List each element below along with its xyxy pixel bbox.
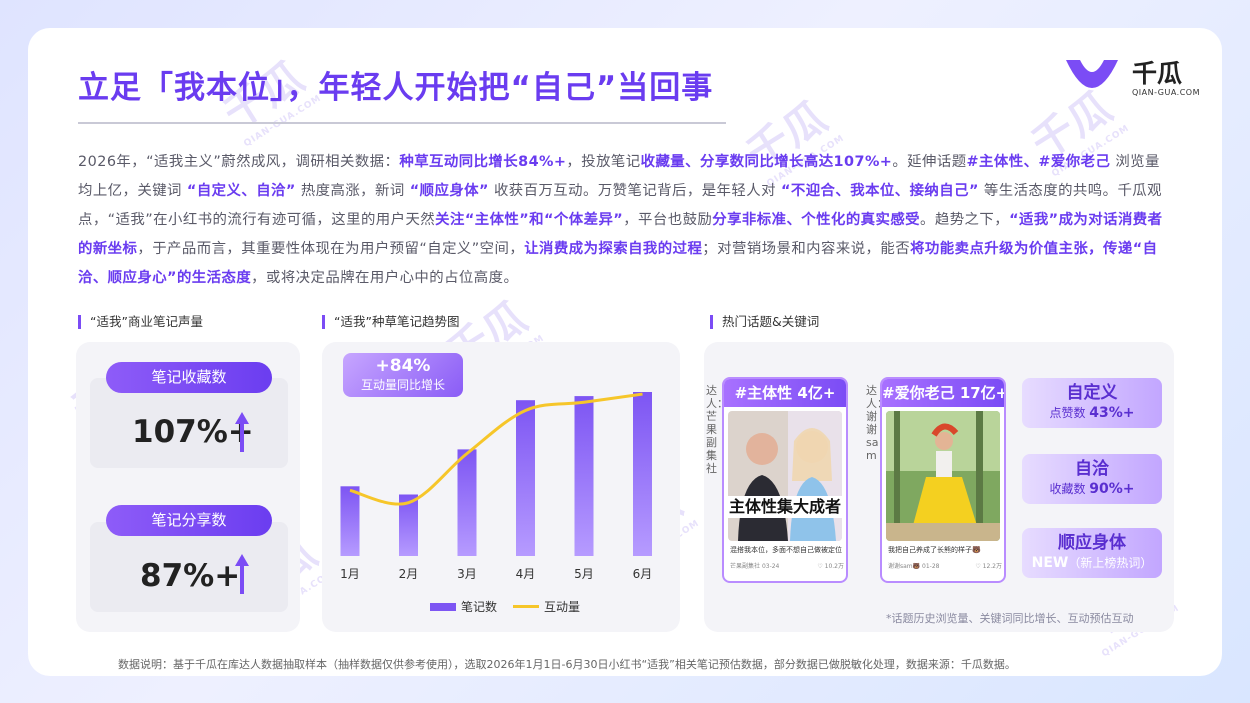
section-label-trend: “适我”种草笔记趋势图 (322, 315, 459, 329)
highlight-text: 收藏量、分享数同比增长高达107%+ (640, 154, 893, 170)
post-user: 谢谢sam🐻 01-28 (888, 563, 940, 570)
post-author-label: 达人：谢谢sam (866, 384, 888, 462)
post-topic-tag: #主体性 (734, 384, 793, 402)
keyword-stat: NEW（新上榜热词） (1031, 555, 1153, 571)
keyword-stat: 点赞数 43%+ (1049, 405, 1135, 421)
post-meta: 谢谢sam🐻 01-28 ♡ 12.2万 (888, 561, 1002, 570)
section-label-volume: “适我”商业笔记声量 (78, 315, 203, 329)
body-text: 。延伸话题 (892, 154, 967, 170)
body-text: 2026年，“适我主义”蔚然成风，调研相关数据： (78, 154, 400, 170)
highlight-text: 让消费成为探索自我的过程 (524, 241, 703, 257)
line-engagement (349, 392, 643, 506)
post-overlay-text: 主体性集大成者 (726, 496, 844, 518)
post-author-label: 达人：芒果副集社 (706, 384, 728, 475)
logo-name: 千瓜 (1132, 59, 1183, 88)
highlight-text: 分享非标准、个性化的真实感受 (712, 212, 921, 228)
x-tick-label: 6月 (633, 567, 653, 581)
title-divider (78, 122, 726, 124)
post-topic-views: 4亿+ (797, 384, 836, 402)
legend-label-engagement: 互动量 (544, 600, 581, 614)
keyword-title: 自洽 (1075, 459, 1109, 479)
legend-swatch-bar (430, 602, 456, 611)
x-tick-label: 2月 (399, 567, 419, 581)
stat-value-share: 87%+ (140, 558, 241, 594)
growth-badge: +84% 互动量同比增长 (343, 353, 463, 397)
arrow-up-icon (235, 554, 249, 594)
highlight-text: 种草互动同比增长84%+ (399, 154, 567, 170)
summary-paragraph: 2026年，“适我主义”蔚然成风，调研相关数据：种草互动同比增长84%+，投放笔… (78, 148, 1172, 293)
post-topic-header: #主体性 4亿+ (724, 379, 846, 407)
keyword-title: 顺应身体 (1058, 533, 1126, 553)
highlight-text: “不迎合、我本位、接纳自己” (780, 183, 979, 199)
x-tick-label: 5月 (574, 567, 594, 581)
body-text: ，或将决定品牌在用户心中的占位高度。 (251, 270, 519, 286)
keyword-card-consistent: 自洽 收藏数 90%+ (1022, 454, 1162, 504)
body-text: ，投放笔记 (566, 154, 641, 170)
keyword-title: 自定义 (1066, 383, 1118, 403)
bar-3月 (457, 449, 477, 556)
keyword-stat: 收藏数 90%+ (1049, 481, 1135, 497)
post-card-subjectivity[interactable]: #主体性 4亿+ 主体性集大成者 混搭我本位，多面不想自己做被定位 芒果副集社 … (722, 377, 848, 583)
bar-5月 (574, 396, 594, 556)
logo-domain: QIAN-GUA.COM (1132, 88, 1201, 97)
logo-mark-icon (1066, 60, 1118, 88)
data-source-note: 数据说明：基于千瓜在库达人数据抽取样本（抽样数据仅供参考使用），选取2026年1… (118, 658, 1016, 671)
post-user: 芒果副集社 03-24 (730, 563, 780, 570)
post-caption: 混搭我本位，多面不想自己做被定位 (730, 546, 842, 554)
legend-label-notes: 笔记数 (461, 600, 498, 614)
x-tick-label: 3月 (457, 567, 477, 581)
post-likes: ♡ 10.2万 (817, 563, 844, 570)
body-text: 热度高涨，新词 (295, 183, 410, 199)
body-text: 。趋势之下， (920, 212, 1010, 228)
post-topic-tag: #爱你老己 (882, 384, 955, 402)
body-text: ，于产品而言，其重要性体现在为用户预留“自定义”空间， (137, 241, 525, 257)
post-topic-views: 17亿+ (959, 384, 1006, 402)
growth-badge-value: +84% (375, 356, 431, 376)
post-card-self-love[interactable]: #爱你老己 17亿+ 我把自己养成了长熊的样子🐻 谢谢sam🐻 01-28 ♡ … (880, 377, 1006, 583)
post-meta: 芒果副集社 03-24 ♡ 10.2万 (730, 561, 844, 570)
volume-panel: 笔记收藏数 笔记分享数 107%+ 87%+ (76, 342, 300, 632)
post-caption: 我把自己养成了长熊的样子🐻 (888, 546, 981, 554)
highlight-text: #主体性、#爱你老己 (966, 154, 1111, 170)
post-photo-image (886, 411, 1000, 541)
page-title: 立足「我本位」，年轻人开始把“自己”当回事 (78, 70, 714, 106)
bar-4月 (516, 400, 535, 556)
body-text: 收获百万互动。万赞笔记背后，是年轻人对 (488, 183, 781, 199)
stat-pill-collect: 笔记收藏数 (106, 362, 272, 393)
post-photo-image (728, 411, 842, 541)
brand-logo: 千瓜 QIAN-GUA.COM (1060, 52, 1200, 102)
section-label-topics: 热门话题&关键词 (710, 315, 819, 329)
growth-badge-label: 互动量同比增长 (360, 378, 445, 392)
highlight-text: “顺应身体” (409, 183, 489, 199)
bar-6月 (633, 392, 652, 556)
highlight-text: 关注“主体性”和“个体差异” (435, 212, 624, 228)
x-tick-label: 1月 (340, 567, 360, 581)
body-text: ；对营销场景和内容来说，能否 (702, 241, 911, 257)
legend-swatch-line (513, 605, 540, 608)
keyword-card-custom: 自定义 点赞数 43%+ (1022, 378, 1162, 428)
post-topic-header: #爱你老己 17亿+ (882, 379, 1004, 407)
bar-1月 (340, 486, 360, 556)
body-text: ，平台也鼓励 (623, 212, 713, 228)
arrow-up-icon (235, 412, 249, 452)
highlight-text: “自定义、自洽” (186, 183, 296, 199)
x-tick-label: 4月 (516, 567, 536, 581)
keyword-card-body: 顺应身体 NEW（新上榜热词） (1022, 528, 1162, 578)
chart-legend: 笔记数 互动量 (430, 598, 580, 615)
stat-pill-share: 笔记分享数 (106, 505, 272, 536)
post-likes: ♡ 12.2万 (975, 563, 1002, 570)
topics-footnote: *话题历史浏览量、关键词同比增长、互动预估互动 (886, 612, 1134, 625)
